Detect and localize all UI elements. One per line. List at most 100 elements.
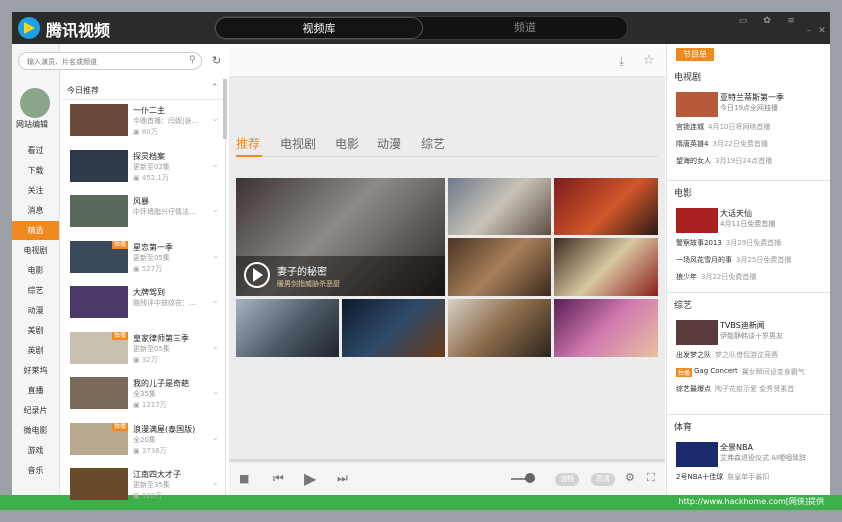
- nav-item[interactable]: 电影: [12, 261, 59, 280]
- schedule-item-name[interactable]: 一场风花雪月的事: [676, 255, 732, 265]
- settings-icon[interactable]: ⚙: [625, 471, 635, 484]
- chevron-down-icon[interactable]: ⌄: [212, 387, 219, 396]
- schedule-item-name[interactable]: 综艺最爆点: [676, 384, 711, 394]
- nav-item[interactable]: 动漫: [12, 301, 59, 320]
- feature-thumbnail[interactable]: [676, 442, 718, 467]
- poster-tile[interactable]: [236, 299, 339, 357]
- star-icon[interactable]: ☆: [643, 53, 655, 68]
- chevron-down-icon[interactable]: ⌄: [212, 160, 219, 169]
- collapse-icon[interactable]: ⌃: [211, 83, 219, 93]
- item-thumbnail[interactable]: [70, 286, 128, 318]
- download-icon[interactable]: ⤓: [619, 54, 624, 69]
- item-thumbnail[interactable]: [70, 468, 128, 500]
- exclusive-badge: 独播: [112, 422, 128, 431]
- nav-item[interactable]: 美剧: [12, 321, 59, 340]
- play-icon[interactable]: ▶: [304, 469, 316, 488]
- item-title[interactable]: 浪漫满屋(泰国版): [133, 424, 195, 435]
- avatar[interactable]: [20, 88, 50, 118]
- feature-title[interactable]: 大话天仙: [720, 208, 752, 219]
- poster-tile[interactable]: [554, 238, 658, 296]
- search-icon[interactable]: ⚲: [189, 55, 196, 65]
- poster-tile[interactable]: [448, 299, 551, 357]
- tab-channels[interactable]: 频道: [423, 17, 627, 39]
- item-title[interactable]: 一仆二主: [133, 105, 165, 116]
- schedule-item-time: 翼女瞬间设变身霸气: [741, 368, 805, 376]
- feature-title[interactable]: TVBS迪新闻: [720, 320, 765, 331]
- poster-tile[interactable]: [554, 178, 658, 235]
- feature-thumbnail[interactable]: [676, 320, 718, 345]
- chevron-down-icon[interactable]: ⌄: [212, 114, 219, 123]
- nav-item[interactable]: 游戏: [12, 441, 59, 460]
- chevron-down-icon[interactable]: ⌄: [212, 251, 219, 260]
- schedule-item-name[interactable]: 宫锁连城: [676, 122, 704, 132]
- item-title[interactable]: 大牌驾到: [133, 287, 165, 298]
- schedule-item-name[interactable]: 望海的女人: [676, 156, 711, 166]
- poster-tile[interactable]: [448, 238, 551, 296]
- nav-item[interactable]: 直播: [12, 381, 59, 400]
- nav-item[interactable]: 纪录片: [12, 401, 59, 420]
- skin-icon[interactable]: ✿: [760, 16, 774, 27]
- volume-knob[interactable]: [525, 473, 535, 483]
- next-icon[interactable]: ⏭: [337, 471, 348, 486]
- category-tab[interactable]: 电影: [335, 135, 359, 152]
- nav-item[interactable]: 英剧: [12, 341, 59, 360]
- category-tab[interactable]: 动漫: [377, 135, 401, 152]
- quality-button[interactable]: 流畅: [555, 473, 579, 486]
- category-tab[interactable]: 综艺: [421, 135, 445, 152]
- chevron-down-icon[interactable]: ⌄: [212, 478, 219, 487]
- item-title[interactable]: 江南四大才子: [133, 469, 181, 480]
- poster-tile[interactable]: [342, 299, 445, 357]
- schedule-item-name[interactable]: 狼少年: [676, 272, 697, 282]
- close-icon[interactable]: ✕: [815, 26, 829, 37]
- schedule-item-name[interactable]: 隋唐英雄4: [676, 139, 708, 149]
- progress-bar[interactable]: [229, 459, 665, 462]
- schedule-item-name[interactable]: 警察故事2013: [676, 238, 722, 248]
- item-title[interactable]: 我的儿子是奇葩: [133, 378, 189, 389]
- poster-tile[interactable]: [554, 299, 658, 357]
- tab-video-library[interactable]: 视频库: [215, 17, 423, 39]
- schedule-item-name[interactable]: Gag Concert: [694, 367, 738, 375]
- chevron-down-icon[interactable]: ⌄: [212, 342, 219, 351]
- feature-title[interactable]: 亚特兰蒂斯第一季: [720, 92, 784, 103]
- item-title[interactable]: 风暴: [133, 196, 149, 207]
- poster-tile[interactable]: [448, 178, 551, 235]
- nav-item[interactable]: 综艺: [12, 281, 59, 300]
- item-title[interactable]: 探灵档案: [133, 151, 165, 162]
- stop-icon[interactable]: ■: [239, 472, 249, 485]
- feature-thumbnail[interactable]: [676, 208, 718, 233]
- feature-thumbnail[interactable]: [676, 92, 718, 117]
- item-thumbnail[interactable]: [70, 104, 128, 136]
- item-thumbnail[interactable]: [70, 149, 128, 182]
- search-box[interactable]: ⚲: [18, 52, 202, 70]
- nav-item[interactable]: 好莱坞: [12, 361, 59, 380]
- nav-item[interactable]: 关注: [12, 181, 59, 200]
- item-title[interactable]: 皇家律师第三季: [133, 333, 189, 344]
- nav-item[interactable]: 看过: [12, 141, 59, 160]
- nav-item[interactable]: 消息: [12, 201, 59, 220]
- list-scrollbar[interactable]: [223, 79, 227, 139]
- previous-icon[interactable]: ⏮: [273, 471, 284, 486]
- category-tab[interactable]: 推荐: [236, 135, 260, 152]
- feature-title[interactable]: 全景NBA: [720, 442, 753, 453]
- nav-item[interactable]: 精选: [12, 221, 59, 240]
- refresh-icon[interactable]: ↻: [212, 54, 221, 67]
- nav-item[interactable]: 下载: [12, 161, 59, 180]
- item-thumbnail[interactable]: [70, 377, 128, 409]
- hd-button[interactable]: 高清: [591, 473, 615, 486]
- chevron-down-icon[interactable]: ⌄: [212, 205, 219, 214]
- category-tab[interactable]: 电视剧: [280, 135, 316, 152]
- menu-icon[interactable]: ≡: [784, 16, 798, 27]
- item-thumbnail[interactable]: [70, 195, 128, 227]
- schedule-item-name[interactable]: 出发梦之队: [676, 350, 711, 360]
- fullscreen-icon[interactable]: ⛶: [647, 471, 655, 485]
- nav-item[interactable]: 电视剧: [12, 241, 59, 260]
- search-input[interactable]: [27, 55, 177, 68]
- item-title[interactable]: 星恋第一季: [133, 242, 173, 253]
- chevron-down-icon[interactable]: ⌄: [212, 433, 219, 442]
- nav-item[interactable]: 音乐: [12, 461, 59, 480]
- chevron-down-icon[interactable]: ⌄: [212, 296, 219, 305]
- minimize-icon[interactable]: –: [802, 26, 816, 37]
- restore-icon[interactable]: ▭: [736, 16, 750, 27]
- nav-item[interactable]: 微电影: [12, 421, 59, 440]
- schedule-item-name[interactable]: 2号NBA十佳球: [676, 472, 723, 482]
